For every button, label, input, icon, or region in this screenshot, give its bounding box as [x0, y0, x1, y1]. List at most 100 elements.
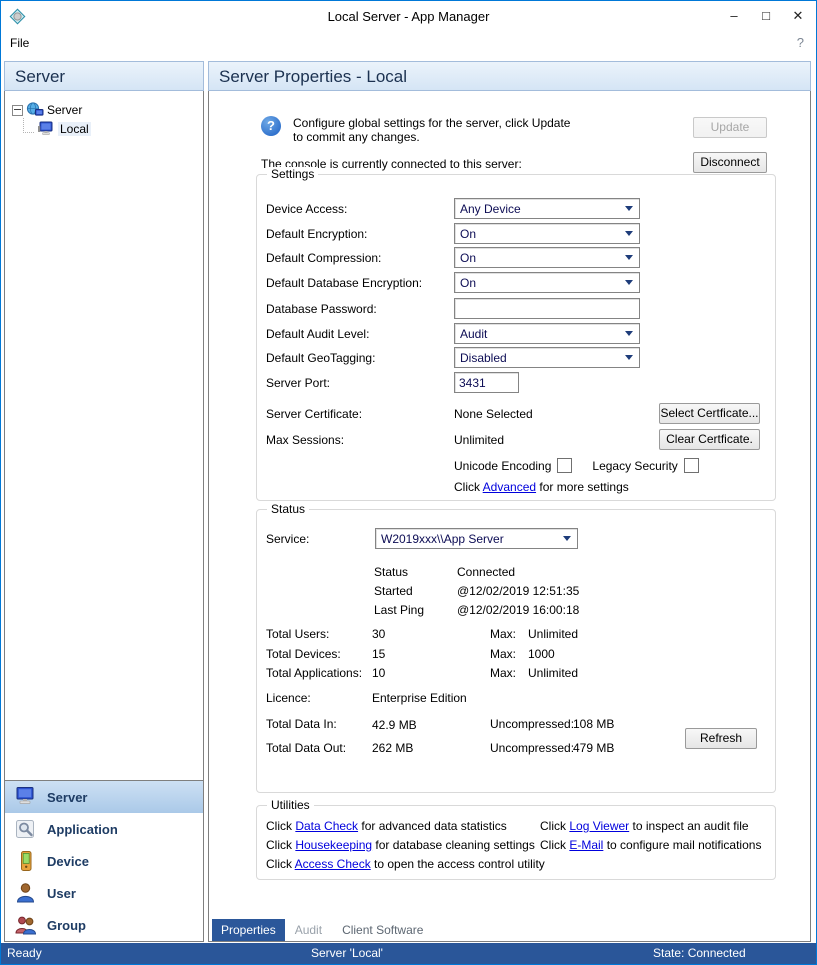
default-audit-level-value: Audit: [460, 327, 487, 341]
unicode-encoding-checkbox[interactable]: [557, 458, 572, 473]
advanced-link[interactable]: Advanced: [483, 480, 536, 494]
sidebar-item-user[interactable]: User: [5, 877, 203, 909]
total-data-in-label: Total Data In:: [266, 717, 337, 731]
tree-item-local-label: Local: [58, 122, 91, 136]
default-geotagging-value: Disabled: [460, 351, 507, 365]
menubar: File ?: [1, 31, 816, 57]
tab-audit[interactable]: Audit: [286, 919, 331, 941]
tab-properties[interactable]: Properties: [212, 919, 285, 941]
status-info-label: Status: [374, 565, 408, 579]
sidebar-item-group-label: Group: [47, 918, 86, 933]
default-db-encryption-value: On: [460, 276, 476, 290]
default-audit-level-label: Default Audit Level:: [266, 327, 369, 341]
server-icon: [14, 786, 38, 808]
sidebar-item-user-label: User: [47, 886, 76, 901]
log-viewer-link[interactable]: Log Viewer: [569, 819, 629, 833]
app-window: Local Server - App Manager – □ ✕ File ? …: [0, 0, 817, 965]
uncompressed-out-value: 479 MB: [573, 741, 614, 755]
encoding-security-row: Unicode Encoding Legacy Security: [454, 458, 699, 473]
server-port-field[interactable]: [454, 372, 519, 393]
file-menu[interactable]: File: [10, 36, 29, 50]
statusbar-ready: Ready: [7, 946, 42, 960]
database-password-label: Database Password:: [266, 302, 377, 316]
access-check-link[interactable]: Access Check: [295, 857, 371, 871]
housekeeping-link[interactable]: Housekeeping: [295, 838, 372, 852]
help-menu-icon[interactable]: ?: [797, 35, 804, 50]
access-check-post: to open the access control utility: [371, 857, 545, 871]
window-controls: – □ ✕: [718, 1, 814, 31]
tab-client-software[interactable]: Client Software: [333, 919, 432, 941]
device-access-select[interactable]: Any Device: [454, 198, 640, 219]
select-certificate-button[interactable]: Select Certficate...: [659, 403, 760, 424]
legacy-security-checkbox[interactable]: [684, 458, 699, 473]
sidebar-item-application-label: Application: [47, 822, 118, 837]
maximize-button[interactable]: □: [750, 1, 782, 31]
data-check-post: for advanced data statistics: [358, 819, 507, 833]
log-viewer-line: Click Log Viewer to inspect an audit fil…: [540, 819, 749, 833]
status-group: Status Service: W2019xxx\\App Server Sta…: [256, 509, 776, 793]
server-certificate-label: Server Certificate:: [266, 407, 362, 421]
access-check-pre: Click: [266, 857, 295, 871]
device-access-value: Any Device: [460, 202, 521, 216]
chevron-down-icon: [625, 255, 633, 260]
status-legend: Status: [267, 502, 309, 516]
sidebar-item-device-label: Device: [47, 854, 89, 869]
tree-item-server[interactable]: Server: [12, 102, 82, 118]
default-geotagging-select[interactable]: Disabled: [454, 347, 640, 368]
help-icon: ?: [261, 116, 281, 136]
collapse-icon[interactable]: [12, 105, 23, 116]
tab-strip: Properties Audit Client Software: [209, 918, 810, 941]
chevron-down-icon: [625, 331, 633, 336]
chevron-down-icon: [625, 280, 633, 285]
disconnect-button[interactable]: Disconnect: [693, 152, 767, 173]
email-pre: Click: [540, 838, 569, 852]
access-check-line: Click Access Check to open the access co…: [266, 857, 545, 871]
sidebar-item-application[interactable]: Application: [5, 813, 203, 845]
tree-connector: [23, 118, 34, 133]
total-data-out-label: Total Data Out:: [266, 741, 346, 755]
chevron-down-icon: [563, 536, 571, 541]
main-content: ? Configure global settings for the serv…: [209, 93, 810, 918]
sidebar-item-device[interactable]: Device: [5, 845, 203, 877]
page-title: Server Properties - Local: [208, 61, 811, 91]
server-network-icon: [26, 102, 44, 118]
status-info-value: Connected: [457, 565, 515, 579]
sidebar-nav: Server Application: [5, 780, 203, 941]
tree-item-local[interactable]: Local: [19, 118, 91, 140]
sidebar-item-group[interactable]: Group: [5, 909, 203, 941]
last-ping-label: Last Ping: [374, 603, 424, 617]
application-icon: [14, 818, 38, 840]
default-geotagging-label: Default GeoTagging:: [266, 351, 375, 365]
server-tree: Server Local: [5, 98, 203, 779]
default-audit-level-select[interactable]: Audit: [454, 323, 640, 344]
email-link[interactable]: E-Mail: [569, 838, 603, 852]
default-encryption-select[interactable]: On: [454, 223, 640, 244]
licence-label: Licence:: [266, 691, 311, 705]
clear-certificate-button[interactable]: Clear Certficate.: [659, 429, 760, 450]
default-encryption-label: Default Encryption:: [266, 227, 367, 241]
default-compression-select[interactable]: On: [454, 247, 640, 268]
default-compression-label: Default Compression:: [266, 251, 381, 265]
database-password-field[interactable]: [454, 298, 640, 319]
total-users-value: 30: [372, 627, 385, 641]
computer-icon: [37, 121, 55, 137]
licence-value: Enterprise Edition: [372, 691, 467, 705]
default-db-encryption-select[interactable]: On: [454, 272, 640, 293]
data-check-link[interactable]: Data Check: [295, 819, 358, 833]
close-button[interactable]: ✕: [782, 1, 814, 31]
sidebar-header: Server: [4, 61, 204, 91]
statusbar-server: Server 'Local': [311, 946, 383, 960]
update-button[interactable]: Update: [693, 117, 767, 138]
settings-legend: Settings: [267, 167, 318, 181]
last-ping-value: @12/02/2019 16:00:18: [457, 603, 579, 617]
refresh-button[interactable]: Refresh: [685, 728, 757, 749]
settings-group: Settings Device Access: Any Device Defau…: [256, 174, 776, 501]
main-panel: Server Properties - Local ? Configure gl…: [208, 61, 811, 942]
uncompressed-in-value: 108 MB: [573, 717, 614, 731]
chevron-down-icon: [625, 231, 633, 236]
housekeeping-post: for database cleaning settings: [372, 838, 535, 852]
service-select[interactable]: W2019xxx\\App Server: [375, 528, 578, 549]
email-line: Click E-Mail to configure mail notificat…: [540, 838, 761, 852]
minimize-button[interactable]: –: [718, 1, 750, 31]
sidebar-item-server[interactable]: Server: [5, 781, 203, 813]
